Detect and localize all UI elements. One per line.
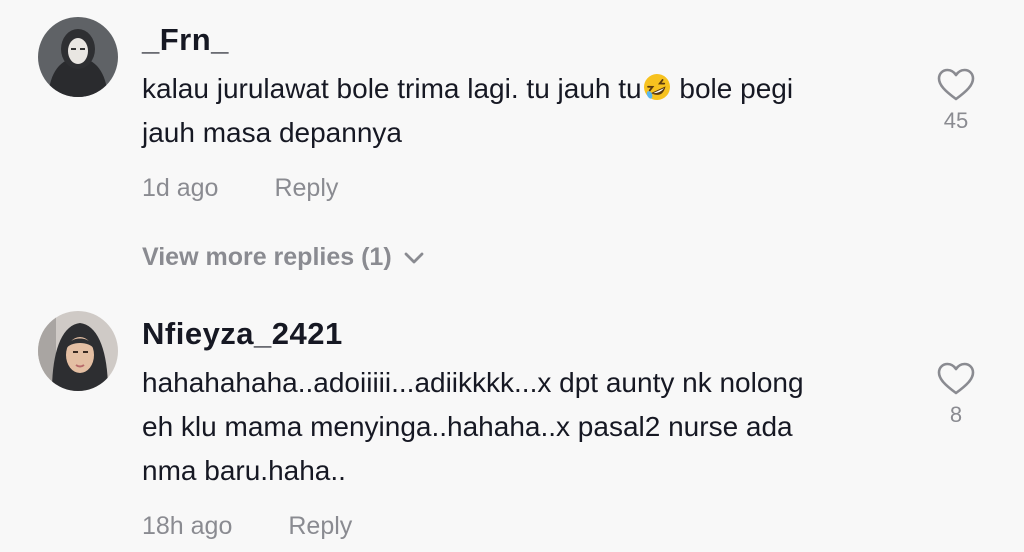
like-count: 45 bbox=[943, 108, 969, 133]
timestamp: 1d ago bbox=[142, 174, 219, 202]
timestamp: 18h ago bbox=[142, 512, 233, 540]
comment-meta: 18h ago Reply bbox=[142, 512, 352, 541]
reply-button[interactable]: Reply bbox=[274, 174, 338, 202]
like-button[interactable]: 8 bbox=[930, 362, 982, 428]
rolling-laughing-emoji-icon bbox=[643, 74, 670, 100]
like-button[interactable]: 45 bbox=[930, 68, 982, 134]
comment-text: kalau jurulawat bole trima lagi. tu jauh… bbox=[142, 67, 793, 155]
heart-outline-icon bbox=[937, 362, 975, 395]
username[interactable]: Nfieyza_2421 bbox=[142, 316, 343, 352]
chevron-down-icon bbox=[404, 252, 424, 264]
avatar[interactable] bbox=[38, 17, 118, 97]
comment-text-line: bole pegi bbox=[671, 73, 794, 104]
username[interactable]: _Frn_ bbox=[142, 22, 229, 58]
heart-outline-icon bbox=[937, 68, 975, 101]
like-count: 8 bbox=[949, 402, 963, 427]
comment-text: hahahahaha..adoiiiii...adiikkkk...x dpt … bbox=[142, 361, 804, 493]
comment-text-line: kalau jurulawat bole trima lagi. tu jauh… bbox=[142, 73, 642, 104]
comment-text-line: hahahahaha..adoiiiii...adiikkkk...x dpt … bbox=[142, 367, 804, 398]
view-more-replies-label: View more replies (1) bbox=[142, 243, 392, 271]
reply-button[interactable]: Reply bbox=[288, 512, 352, 540]
avatar[interactable] bbox=[38, 311, 118, 391]
comment-text-line: eh klu mama menyinga..hahaha..x pasal2 n… bbox=[142, 411, 793, 442]
view-more-replies-button[interactable]: View more replies (1) bbox=[142, 243, 424, 272]
comment-text-line: nma baru.haha.. bbox=[142, 455, 346, 486]
comment-text-line: jauh masa depannya bbox=[142, 117, 402, 148]
comment-meta: 1d ago Reply bbox=[142, 174, 338, 203]
